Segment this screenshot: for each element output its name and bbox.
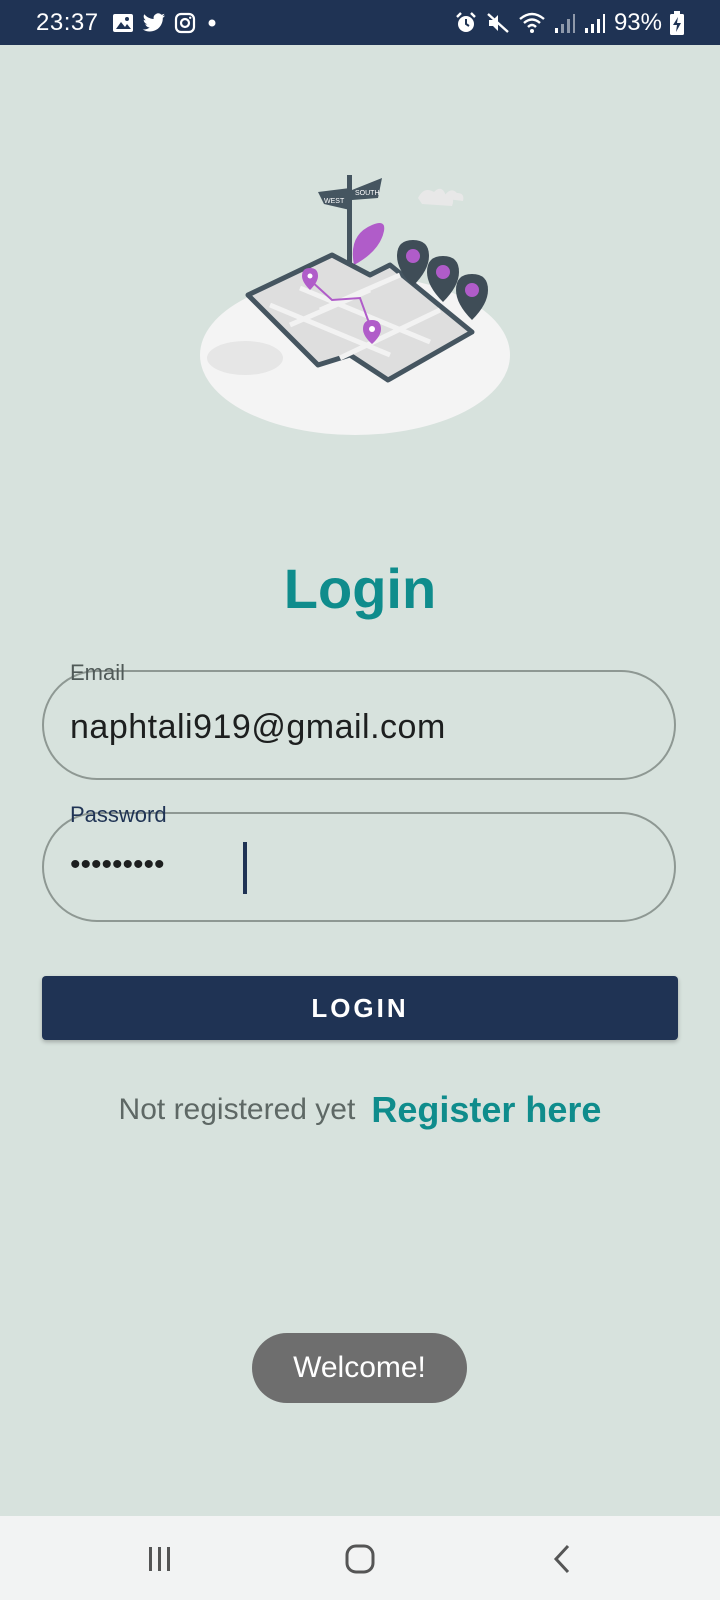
navigation-bar bbox=[0, 1516, 720, 1600]
instagram-icon bbox=[174, 12, 196, 34]
register-row: Not registered yet Register here bbox=[0, 1085, 720, 1135]
notification-icons bbox=[112, 11, 220, 35]
password-field[interactable]: ••••••••• bbox=[42, 812, 676, 922]
signal-icon bbox=[554, 14, 575, 33]
login-button[interactable]: LOGIN bbox=[42, 976, 678, 1040]
signal-icon bbox=[584, 14, 605, 33]
sign-south: SOUTH bbox=[355, 190, 380, 197]
back-button[interactable] bbox=[542, 1542, 582, 1576]
email-value: naphtali919@gmail.com bbox=[70, 708, 446, 746]
mute-icon bbox=[487, 13, 509, 33]
status-time: 23:37 bbox=[36, 9, 99, 36]
page-title: Login bbox=[283, 557, 437, 620]
password-value: ••••••••• bbox=[70, 848, 165, 881]
dot-icon bbox=[208, 19, 216, 27]
battery-charging-icon bbox=[670, 11, 684, 35]
image-icon bbox=[113, 14, 133, 32]
register-prompt: Not registered yet bbox=[118, 1093, 356, 1126]
alarm-icon bbox=[456, 12, 476, 32]
system-status-icons: 93% bbox=[454, 9, 684, 37]
plant-leaf bbox=[352, 223, 385, 265]
register-link[interactable]: Register here bbox=[371, 1089, 601, 1131]
password-label: Password bbox=[70, 802, 167, 827]
email-label: Email bbox=[70, 660, 126, 685]
wifi-icon bbox=[519, 12, 545, 33]
email-field[interactable]: naphtali919@gmail.com bbox=[42, 670, 676, 780]
recent-apps-icon bbox=[149, 1547, 170, 1571]
status-bar: 23:37 93% bbox=[0, 0, 720, 45]
home-icon bbox=[345, 1544, 375, 1574]
toast-message: Welcome! bbox=[252, 1333, 467, 1403]
ground-shadow bbox=[207, 341, 283, 375]
text-cursor bbox=[243, 842, 247, 894]
home-button[interactable] bbox=[340, 1542, 380, 1576]
battery-level: 93% bbox=[613, 9, 662, 36]
map-illustration: WEST SOUTH bbox=[200, 175, 510, 435]
back-icon bbox=[553, 1544, 570, 1574]
recent-apps-button[interactable] bbox=[140, 1542, 180, 1576]
twitter-icon bbox=[142, 13, 165, 32]
sign-west: WEST bbox=[324, 198, 345, 205]
